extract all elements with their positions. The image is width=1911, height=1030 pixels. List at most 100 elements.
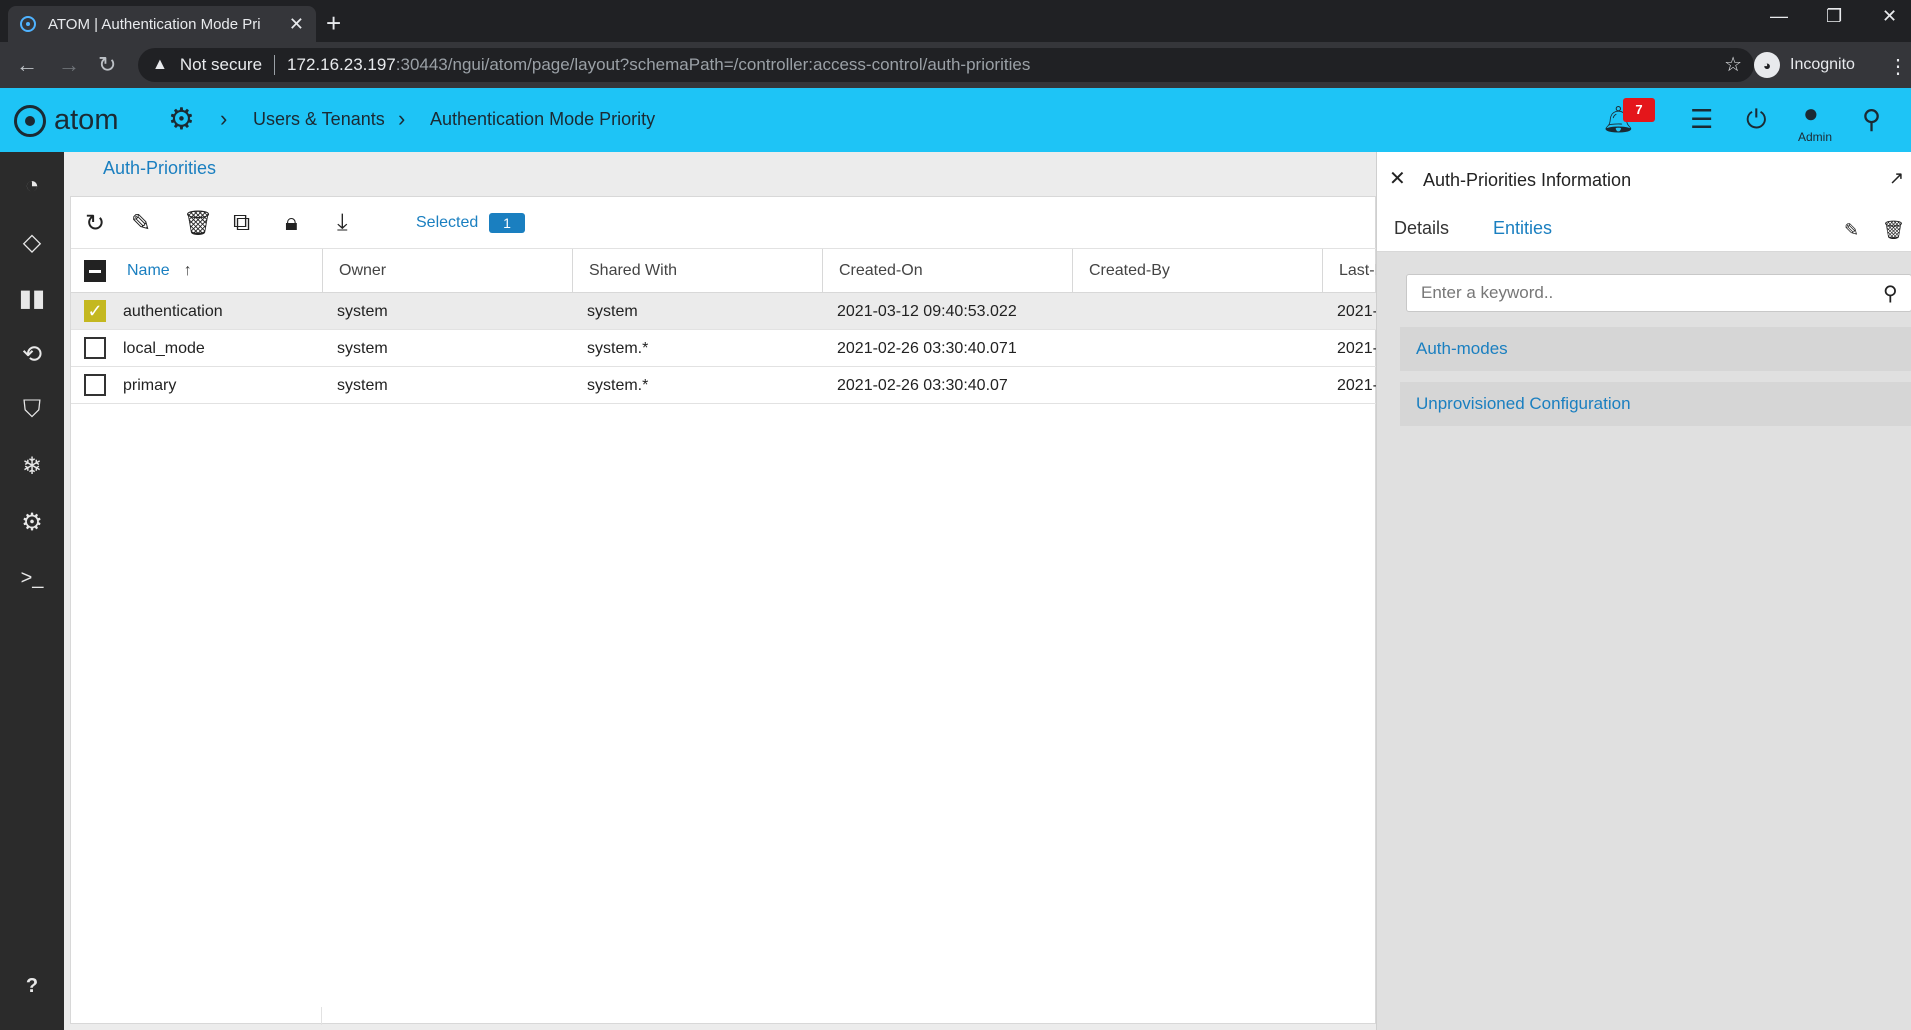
browser-tab[interactable]: ATOM | Authentication Mode Pri ✕ bbox=[8, 6, 316, 42]
new-tab-icon[interactable]: + bbox=[326, 8, 341, 39]
incognito-icon: ◕ bbox=[1754, 52, 1780, 78]
browser-menu-icon[interactable]: ⋮ bbox=[1888, 54, 1908, 79]
expand-icon[interactable]: ↗ bbox=[1889, 168, 1904, 189]
workflow-icon[interactable]: ⟲ bbox=[0, 334, 64, 374]
browser-tab-bar: ATOM | Authentication Mode Pri ✕ + — ❐ ✕ bbox=[0, 0, 1911, 42]
power-icon[interactable]: ⏻ bbox=[1746, 104, 1767, 136]
column-header-created-on[interactable]: Created-On bbox=[823, 249, 1073, 293]
info-panel-header: ✕ Auth-Priorities Information ↗ Details … bbox=[1377, 152, 1911, 252]
info-panel: ✕ Auth-Priorities Information ↗ Details … bbox=[1376, 152, 1911, 1030]
column-divider bbox=[321, 1007, 322, 1025]
back-icon[interactable]: ← bbox=[16, 52, 38, 78]
row-checkbox[interactable] bbox=[84, 374, 106, 396]
cell-shared-with: system bbox=[587, 303, 638, 320]
column-header-name[interactable]: Name ↑ bbox=[111, 249, 323, 293]
admin-label[interactable]: Admin bbox=[1798, 130, 1832, 144]
lock-icon[interactable]: 🔒︎ bbox=[285, 209, 298, 237]
edit-pencil-icon[interactable]: ✎ bbox=[131, 209, 151, 238]
devices-icon[interactable]: ◇ bbox=[0, 222, 64, 262]
atom-logo-icon bbox=[14, 104, 46, 137]
forward-icon[interactable]: → bbox=[58, 52, 80, 78]
chevron-right-icon: › bbox=[398, 106, 406, 131]
table-row[interactable]: local_mode system system.* 2021-02-26 03… bbox=[71, 330, 1378, 367]
logo-text: atom bbox=[54, 104, 119, 136]
breadcrumb-auth-mode-priority: Authentication Mode Priority bbox=[430, 109, 656, 129]
select-all-checkbox[interactable] bbox=[84, 260, 106, 282]
cell-name: local_mode bbox=[123, 340, 205, 357]
table-row[interactable]: primary system system.* 2021-02-26 03:30… bbox=[71, 367, 1378, 404]
not-secure-label[interactable]: Not secure bbox=[180, 55, 262, 75]
dashboard-icon[interactable]: ◔ bbox=[0, 166, 64, 206]
cell-shared-with: system.* bbox=[587, 340, 649, 357]
download-icon[interactable]: ⤓ bbox=[337, 209, 348, 237]
table-row[interactable]: ✓ authentication system system 2021-03-1… bbox=[71, 293, 1378, 330]
grid-toolbar: ↻ ✎ 🗑︎ ⧉ 🔒︎ ⤓ Selected 1 bbox=[71, 197, 1377, 249]
left-sidebar: ◔ ◇ ▮▮ ⟲ ⛉ ❄ ⚙ >_ ? bbox=[0, 152, 64, 1030]
selected-label: Selected bbox=[416, 214, 479, 231]
column-created-on-label: Created-On bbox=[839, 262, 923, 279]
url-field[interactable]: ▲ Not secure 172.16.23.197:30443/ngui/at… bbox=[138, 48, 1754, 82]
incognito-profile[interactable]: ◕ Incognito bbox=[1754, 50, 1855, 80]
window-close-icon[interactable]: ✕ bbox=[1882, 6, 1897, 27]
close-panel-icon[interactable]: ✕ bbox=[1389, 166, 1406, 191]
delete-trash-icon[interactable]: 🗑︎ bbox=[1882, 220, 1905, 241]
atom-favicon-icon bbox=[20, 16, 36, 32]
column-header-owner[interactable]: Owner bbox=[323, 249, 573, 293]
row-checkbox[interactable] bbox=[84, 337, 106, 359]
column-shared-with-label: Shared With bbox=[589, 262, 678, 279]
cell-owner: system bbox=[337, 303, 388, 320]
minimize-icon[interactable]: — bbox=[1770, 6, 1788, 27]
user-icon[interactable]: ● bbox=[1803, 98, 1819, 129]
warning-icon[interactable]: ▲ bbox=[152, 56, 168, 74]
cell-name: primary bbox=[123, 377, 177, 394]
cell-owner: system bbox=[337, 340, 388, 357]
terminal-icon[interactable]: >_ bbox=[0, 558, 64, 598]
column-header-created-by[interactable]: Created-By bbox=[1073, 249, 1323, 293]
cell-created-on: 2021-02-26 03:30:40.07 bbox=[837, 377, 1008, 394]
entity-auth-modes[interactable]: Auth-modes bbox=[1400, 327, 1911, 371]
entity-unprovisioned-configuration[interactable]: Unprovisioned Configuration bbox=[1400, 382, 1911, 426]
help-icon[interactable]: ? bbox=[0, 966, 64, 1006]
browser-tab-title: ATOM | Authentication Mode Pri bbox=[48, 15, 261, 33]
cell-last-modified: 2021- bbox=[1337, 340, 1378, 357]
search-input[interactable] bbox=[1407, 275, 1847, 311]
shield-icon[interactable]: ⛉ bbox=[0, 390, 64, 430]
cell-shared-with: system.* bbox=[587, 377, 649, 394]
tab-entities[interactable]: Entities bbox=[1493, 218, 1552, 239]
settings-gear-icon[interactable]: ⚙ bbox=[168, 102, 195, 137]
bookmark-star-icon[interactable]: ☆ bbox=[1724, 52, 1742, 77]
delete-trash-icon[interactable]: 🗑︎ bbox=[183, 209, 213, 238]
breadcrumb-users-tenants[interactable]: Users & Tenants bbox=[253, 109, 385, 130]
search-icon[interactable]: ⚲ bbox=[1883, 281, 1898, 306]
refresh-icon[interactable]: ↻ bbox=[85, 209, 105, 238]
sort-ascending-icon[interactable]: ↑ bbox=[184, 262, 192, 280]
grid-panel: ↻ ✎ 🗑︎ ⧉ 🔒︎ ⤓ Selected 1 Name ↑ Owner Sh… bbox=[70, 196, 1388, 1025]
reload-icon[interactable]: ↻ bbox=[98, 52, 116, 78]
selected-count-badge: 1 bbox=[489, 213, 525, 233]
column-owner-label: Owner bbox=[339, 262, 387, 279]
copy-icon[interactable]: ⧉ bbox=[233, 209, 250, 237]
url-host[interactable]: 172.16.23.197 bbox=[287, 55, 396, 75]
restore-icon[interactable]: ❐ bbox=[1826, 6, 1842, 27]
atom-logo[interactable]: atom bbox=[14, 104, 118, 137]
location-pin-icon[interactable]: ⚲ bbox=[1862, 104, 1881, 135]
tab-details[interactable]: Details bbox=[1394, 218, 1449, 239]
url-path[interactable]: :30443/ngui/atom/page/layout?schemaPath=… bbox=[396, 55, 1031, 75]
page-title: Auth-Priorities bbox=[103, 158, 217, 178]
cell-created-on: 2021-02-26 03:30:40.071 bbox=[837, 340, 1017, 357]
row-checkbox[interactable]: ✓ bbox=[84, 300, 106, 322]
gear-icon[interactable]: ⚙ bbox=[0, 502, 64, 542]
cell-last-modified: 2021- bbox=[1337, 303, 1378, 320]
analytics-icon[interactable]: ▮▮ bbox=[0, 278, 64, 318]
snowflake-icon[interactable]: ❄ bbox=[0, 446, 64, 486]
url-separator bbox=[274, 55, 276, 75]
close-tab-icon[interactable]: ✕ bbox=[289, 14, 304, 35]
edit-pencil-icon[interactable]: ✎ bbox=[1844, 220, 1859, 241]
notification-badge: 7 bbox=[1623, 98, 1655, 122]
cell-created-on: 2021-03-12 09:40:53.022 bbox=[837, 303, 1017, 320]
column-header-shared-with[interactable]: Shared With bbox=[573, 249, 823, 293]
cell-owner: system bbox=[337, 377, 388, 394]
cell-last-modified: 2021- bbox=[1337, 377, 1378, 394]
chevron-right-icon: › bbox=[220, 106, 228, 131]
list-icon[interactable]: ☰ bbox=[1690, 104, 1713, 135]
